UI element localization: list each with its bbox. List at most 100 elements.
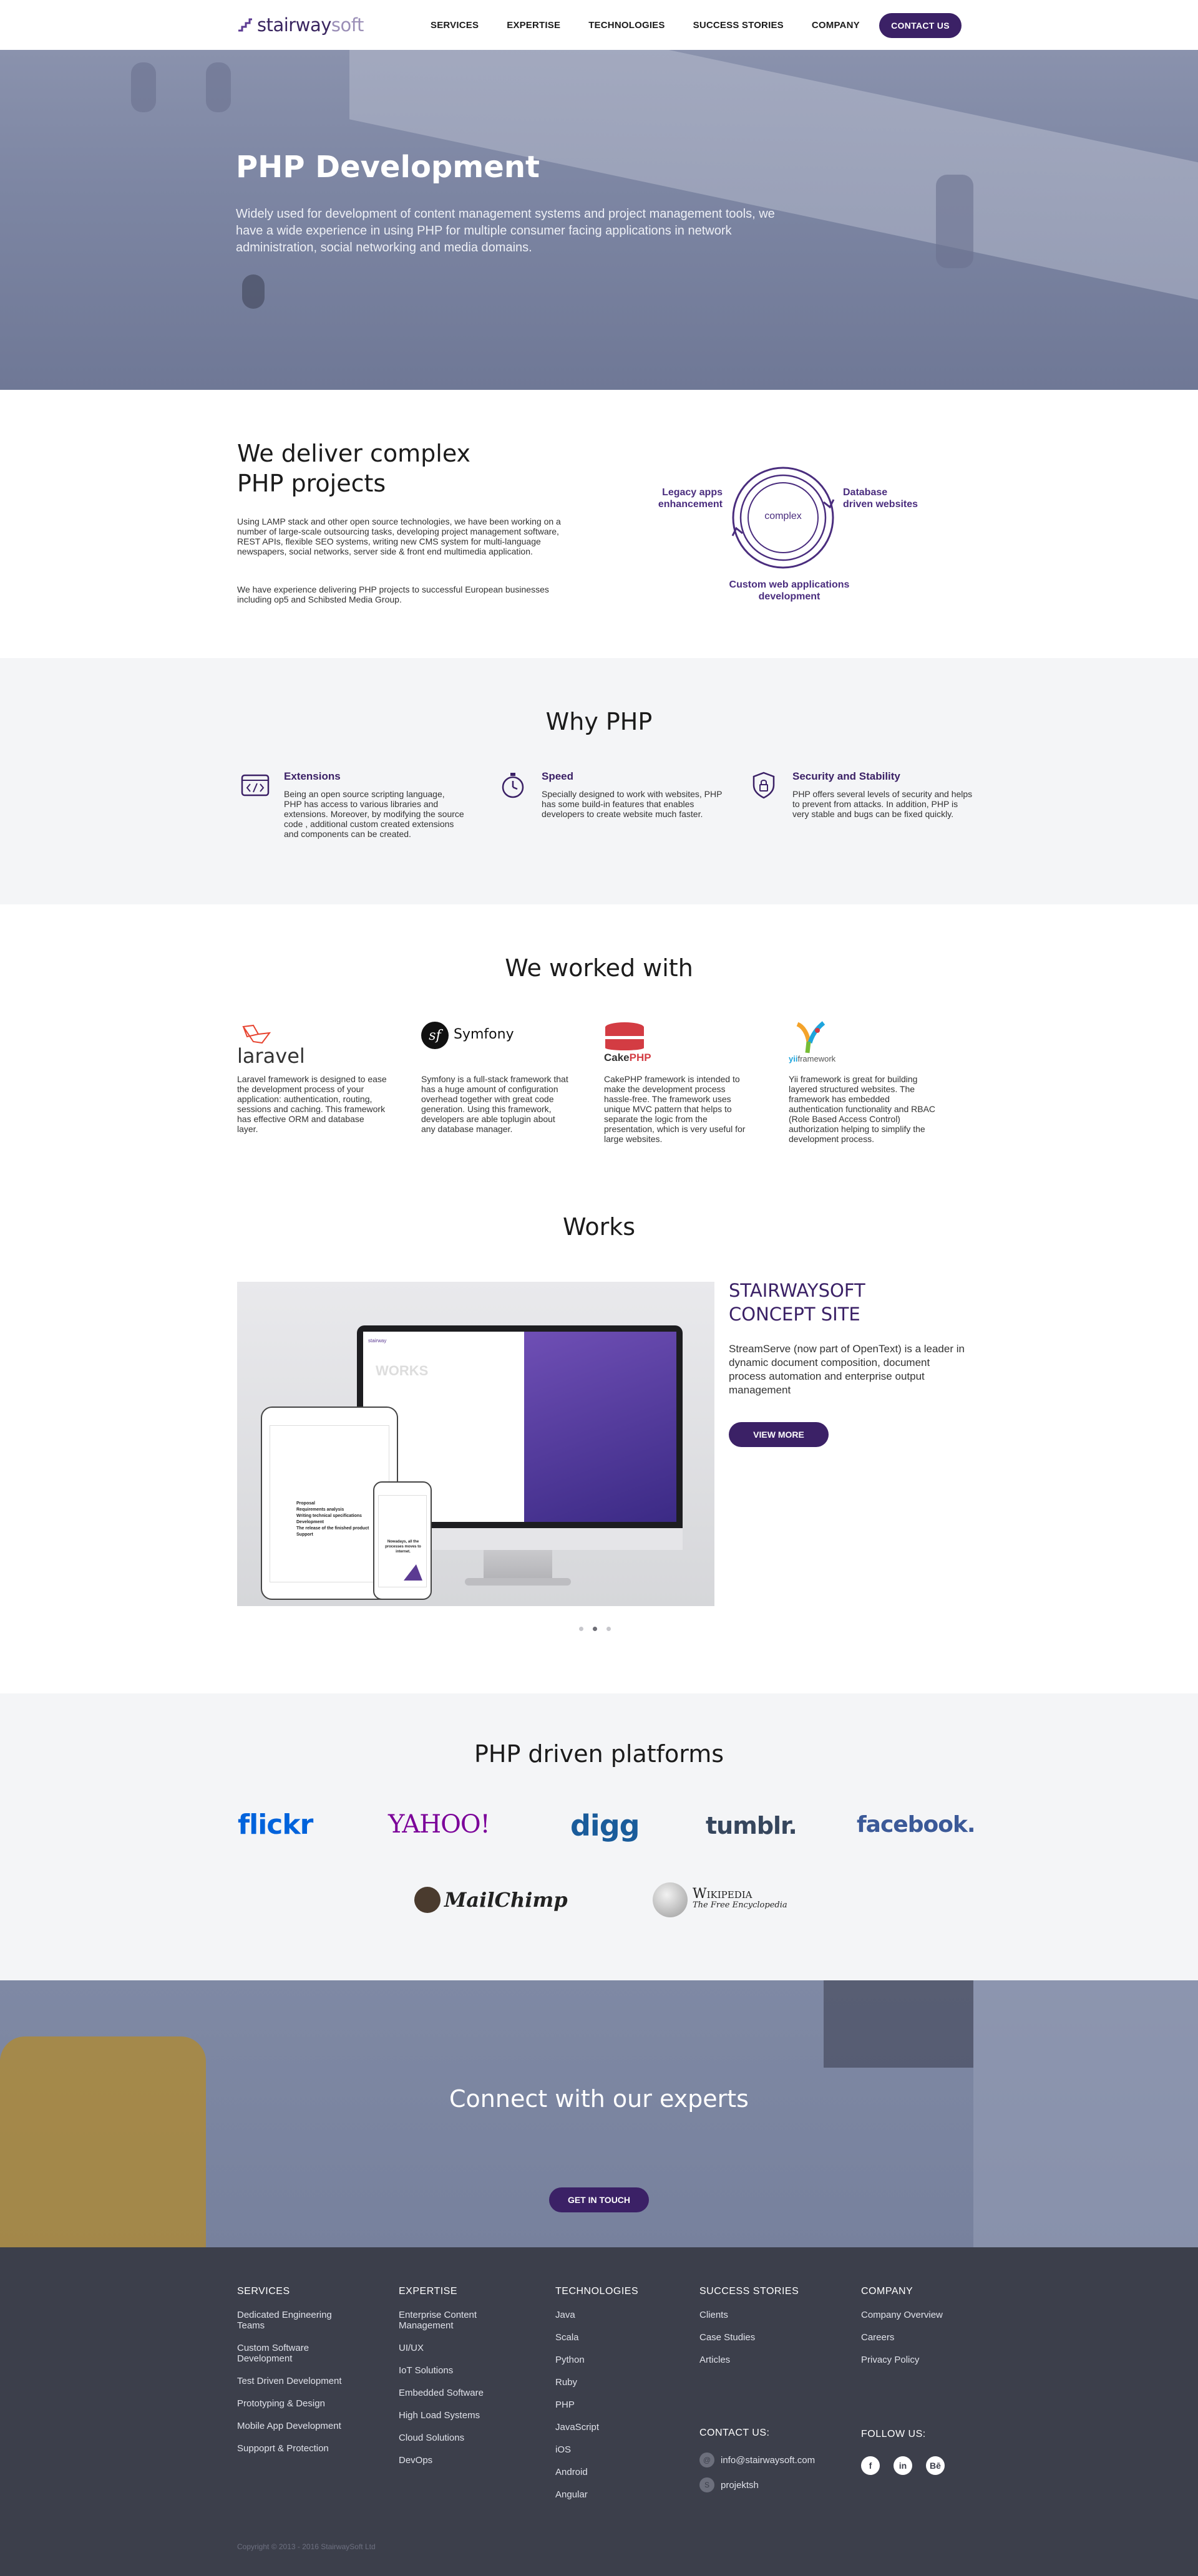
footer-link[interactable]: High Load Systems: [399, 2410, 511, 2421]
linkedin-icon[interactable]: in: [894, 2456, 912, 2475]
footer-link[interactable]: Scala: [555, 2332, 668, 2343]
footer-link[interactable]: Clients: [699, 2310, 812, 2320]
footer-link[interactable]: Cloud Solutions: [399, 2433, 511, 2443]
why-php-section: Why PHP Extensions Being an open source …: [0, 658, 1198, 904]
tablet-screen: Proposal Requirements analysis Writing t…: [270, 1425, 389, 1582]
behance-icon[interactable]: Bē: [926, 2456, 945, 2475]
social-links: f in Bē: [861, 2456, 945, 2475]
logo-text-part1: stairway: [257, 14, 331, 36]
section-title: Why PHP: [545, 708, 653, 735]
footer-link[interactable]: JavaScript: [555, 2422, 668, 2433]
footer-heading: CONTACT US:: [699, 2428, 770, 2438]
footer-link[interactable]: DevOps: [399, 2455, 511, 2466]
hero-background-chair: [131, 62, 156, 112]
nav-technologies[interactable]: TECHNOLOGIES: [588, 20, 665, 31]
nav-company[interactable]: COMPANY: [812, 20, 860, 31]
framework-text: Yii framework is great for building laye…: [789, 1074, 936, 1144]
footer-link[interactable]: IoT Solutions: [399, 2365, 511, 2376]
carousel-dot-active[interactable]: [593, 1627, 597, 1631]
wiki-globe-icon: [653, 1882, 688, 1917]
nav-expertise[interactable]: EXPERTISE: [507, 20, 560, 31]
wikipedia-text: Wikipedia The Free Encyclopedia: [693, 1887, 787, 1911]
footer-heading: TECHNOLOGIES: [555, 2286, 639, 2297]
yii-icon: [796, 1021, 825, 1053]
footer-link[interactable]: Careers: [861, 2332, 973, 2343]
get-in-touch-button[interactable]: GET IN TOUCH: [549, 2187, 649, 2212]
contact-us-button[interactable]: CONTACT US: [879, 13, 962, 38]
footer-link[interactable]: Company Overview: [861, 2310, 973, 2320]
nav-services[interactable]: SERVICES: [431, 20, 479, 31]
footer-link[interactable]: Prototyping & Design: [237, 2398, 349, 2409]
view-more-button[interactable]: VIEW MORE: [729, 1422, 829, 1447]
footer-link[interactable]: Enterprise Content Management: [399, 2310, 511, 2331]
monitor-base: [465, 1578, 571, 1586]
facebook-icon[interactable]: f: [861, 2456, 880, 2475]
framework-text: CakePHP framework is intended to make th…: [604, 1074, 746, 1144]
footer-link[interactable]: Python: [555, 2355, 668, 2365]
phone-triangle-graphic: [404, 1564, 422, 1581]
email-icon: @: [699, 2453, 714, 2467]
deliver-title-line1: We deliver complex: [237, 440, 471, 467]
footer-col-services: SERVICES Dedicated Engineering Teams Cus…: [237, 2286, 349, 2466]
tablet-process-item: Writing technical specifications: [296, 1514, 362, 1518]
project-title-line2: CONCEPT SITE: [729, 1304, 860, 1325]
contact-skype[interactable]: S projektsh: [699, 2477, 815, 2492]
footer-link[interactable]: Case Studies: [699, 2332, 812, 2343]
footer-link[interactable]: Embedded Software: [399, 2388, 511, 2398]
cakephp-wordmark: CakePHP: [604, 1052, 651, 1064]
copyright: Copyright © 2013 - 2016 StairwaySoft Ltd: [237, 2542, 376, 2551]
footer-link[interactable]: Dedicated Engineering Teams: [237, 2310, 349, 2331]
background-window: [973, 1980, 1198, 2247]
contact-email[interactable]: @ info@stairwaysoft.com: [699, 2453, 815, 2467]
tablet-process-item: The release of the finished product: [296, 1526, 369, 1531]
yii-logo: yiiframework: [789, 1021, 938, 1065]
platforms-section: PHP driven platforms flickr YAHOO! digg …: [0, 1693, 1198, 1980]
footer-link[interactable]: PHP: [555, 2399, 668, 2410]
tablet-process-list: Proposal Requirements analysis Writing t…: [296, 1501, 369, 1538]
footer-link[interactable]: Ruby: [555, 2377, 668, 2388]
cakephp-wordmark-part1: Cake: [604, 1052, 630, 1063]
footer-link[interactable]: Java: [555, 2310, 668, 2320]
yii-wordmark-part2: framework: [797, 1054, 836, 1063]
feature-text: Being an open source scripting language,…: [284, 789, 464, 839]
footer-link[interactable]: Test Driven Development: [237, 2376, 349, 2386]
diagram-left-line2: enhancement: [658, 499, 723, 510]
footer-col-technologies: TECHNOLOGIES Java Scala Python Ruby PHP …: [555, 2286, 668, 2512]
site-footer: SERVICES Dedicated Engineering Teams Cus…: [0, 2247, 1198, 2576]
flickr-logo-text: flickr: [238, 1809, 313, 1841]
logo-text-part2: soft: [331, 14, 364, 36]
hero-banner: PHP Development Widely used for developm…: [0, 50, 1198, 390]
works-title: Works: [562, 1213, 636, 1241]
worked-with-section: We worked with laravel Laravel framework…: [0, 904, 1198, 1693]
laravel-logo: laravel: [237, 1022, 387, 1068]
wikipedia-logo: Wikipedia The Free Encyclopedia: [653, 1882, 787, 1917]
yii-wordmark: yiiframework: [789, 1054, 835, 1063]
works-mockup-image: WORKS stairway Proposal Requirements ana…: [237, 1282, 714, 1606]
footer-follow: FOLLOW US: f in Bē: [861, 2429, 945, 2475]
footer-link[interactable]: Android: [555, 2467, 668, 2477]
carousel-dot[interactable]: [606, 1627, 611, 1631]
footer-link[interactable]: Custom Software Development: [237, 2343, 349, 2364]
footer-link[interactable]: Privacy Policy: [861, 2355, 973, 2365]
diagram-bottom-label: Custom web applications development: [705, 579, 874, 603]
tablet-process-item: Support: [296, 1533, 313, 1537]
chimp-icon: [414, 1887, 441, 1913]
footer-heading: FOLLOW US:: [861, 2429, 926, 2439]
stopwatch-icon: [502, 773, 524, 798]
background-armchair: [0, 2036, 206, 2247]
footer-link[interactable]: Angular: [555, 2489, 668, 2500]
footer-link[interactable]: Articles: [699, 2355, 812, 2365]
screen-works-heading: WORKS: [376, 1363, 429, 1378]
carousel-dot[interactable]: [579, 1627, 583, 1631]
diagram-left-label: Legacy apps enhancement: [630, 487, 723, 510]
feature-text: Specially designed to work with websites…: [542, 789, 723, 819]
tablet-process-item: Proposal: [296, 1501, 315, 1506]
footer-link[interactable]: Suppoprt & Protection: [237, 2443, 349, 2454]
nav-success-stories[interactable]: SUCCESS STORIES: [693, 20, 784, 31]
symfony-wordmark: Symfony: [454, 1027, 514, 1042]
footer-link[interactable]: iOS: [555, 2444, 668, 2455]
footer-heading: SERVICES: [237, 2286, 290, 2297]
logo[interactable]: stairwaysoft: [237, 12, 364, 37]
footer-link[interactable]: Mobile App Development: [237, 2421, 349, 2431]
footer-link[interactable]: UI/UX: [399, 2343, 511, 2353]
